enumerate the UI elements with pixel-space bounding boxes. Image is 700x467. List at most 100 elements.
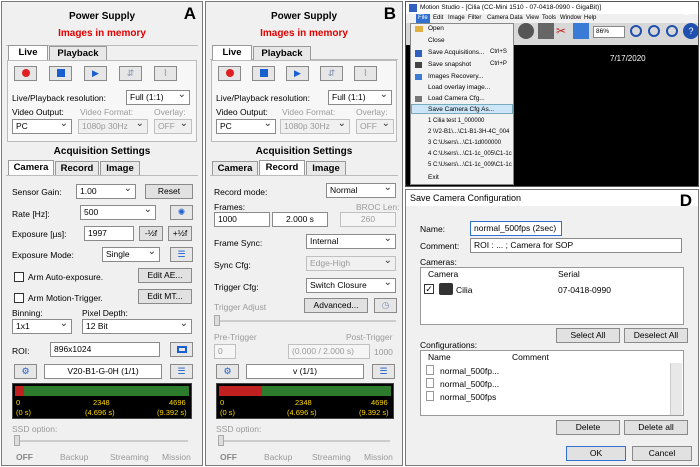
exposure-mode-select[interactable]: Single	[102, 245, 160, 262]
menu-filter[interactable]: Filter	[468, 14, 481, 23]
play-button[interactable]: ▶	[286, 66, 309, 81]
play-button[interactable]: ▶	[84, 66, 107, 81]
menu-close[interactable]: Close	[428, 37, 445, 44]
delete-button[interactable]: Delete	[556, 420, 620, 435]
trigger-button[interactable]: ⇵	[119, 66, 142, 81]
tab-image[interactable]: Image	[100, 161, 140, 175]
roi-input[interactable]: 896x1024	[50, 342, 160, 357]
scissors-icon[interactable]: ✂	[556, 23, 572, 39]
roi-button[interactable]	[170, 342, 193, 357]
video-output-select[interactable]: PC	[216, 117, 276, 134]
exposure-input[interactable]: 1997	[84, 226, 134, 241]
select-all-button[interactable]: Select All	[556, 328, 620, 343]
menu-help[interactable]: Help	[584, 14, 596, 23]
zoom-out-icon[interactable]	[648, 25, 660, 37]
tab-live[interactable]: Live	[212, 45, 252, 60]
ssd-slider-thumb[interactable]	[218, 435, 224, 446]
arm-auto-exposure-checkbox[interactable]	[14, 272, 24, 282]
deselect-all-button[interactable]: Deselect All	[624, 328, 688, 343]
menu-tools[interactable]: Tools	[542, 14, 556, 23]
frame-sync-select[interactable]: Internal	[306, 232, 396, 249]
reset-button[interactable]: Reset	[145, 184, 193, 199]
menu-save-camera-cfg[interactable]: Save Camera Cfg As...	[428, 106, 494, 113]
menu-recent-2[interactable]: 2 \V2-B1\...\C1-B1-3H-4C_004	[428, 129, 509, 135]
trigger-cfg-select[interactable]: Switch Closure	[306, 276, 396, 293]
stop-button[interactable]	[49, 66, 72, 81]
menu-load-overlay[interactable]: Load overlay image...	[428, 84, 490, 91]
name-input[interactable]: normal_500fps (2sec)	[470, 221, 562, 236]
menu-images-recovery[interactable]: Images Recovery...	[428, 73, 484, 80]
resolution-select[interactable]: Full (1:1)	[126, 88, 190, 105]
zoom-select[interactable]: 86%	[593, 26, 625, 38]
camera-settings-button[interactable]: ⚙	[14, 364, 37, 379]
zoom-in-icon[interactable]	[630, 25, 642, 37]
cancel-button[interactable]: Cancel	[632, 446, 692, 461]
ssd-slider-thumb[interactable]	[14, 435, 20, 446]
exposure-mode-settings-button[interactable]: ☰	[170, 247, 193, 262]
rate-select[interactable]: 500	[80, 203, 156, 220]
config-item[interactable]: normal_500fp...	[440, 379, 499, 389]
camera-checkbox[interactable]: ✓	[424, 284, 434, 294]
menu-camera[interactable]: Camera	[487, 14, 508, 23]
menu-save-snapshot[interactable]: Save snapshot	[428, 61, 471, 68]
menu-view[interactable]: View	[526, 14, 539, 23]
menu-window[interactable]: Window	[560, 14, 581, 23]
trigger-button[interactable]: ⇵	[320, 66, 343, 81]
camera-settings-button[interactable]: ⚙	[216, 364, 239, 379]
menu-recent-4[interactable]: 4 C:\Users\...\C1-1c_005\C1-1c	[428, 151, 512, 157]
record-button[interactable]	[218, 66, 241, 81]
attach-button[interactable]: ⌇	[354, 66, 377, 81]
plus-half-frame-button[interactable]: +½f	[168, 226, 192, 241]
sensor-gain-select[interactable]: 1.00	[76, 182, 136, 199]
help-icon[interactable]: ?	[683, 23, 698, 39]
layers-icon[interactable]	[573, 23, 589, 39]
tab-image[interactable]: Image	[306, 161, 346, 175]
menu-image[interactable]: Image	[448, 14, 465, 23]
advanced-button[interactable]: Advanced...	[304, 298, 368, 313]
ok-button[interactable]: OK	[566, 446, 626, 461]
camera-list-button[interactable]: ☰	[170, 364, 193, 379]
menu-load-camera-cfg[interactable]: Load Camera Cfg...	[428, 95, 485, 102]
menu-recent-3[interactable]: 3 C:\Users\...\C1-1d000000	[428, 140, 501, 146]
attach-button[interactable]: ⌇	[154, 66, 177, 81]
frames-input[interactable]: 1000	[214, 212, 270, 227]
config-item[interactable]: normal_500fps	[440, 392, 496, 402]
configs-scrollbar[interactable]	[670, 363, 682, 415]
trigger-timer-button[interactable]: ◷	[374, 298, 397, 313]
tools-icon[interactable]	[538, 23, 554, 39]
pixel-depth-select[interactable]: 12 Bit	[82, 317, 192, 334]
menu-open[interactable]: Open	[428, 25, 444, 32]
tab-playback[interactable]: Playback	[49, 46, 107, 60]
camera-list-button[interactable]: ☰	[372, 364, 395, 379]
arm-motion-trigger-checkbox[interactable]	[14, 293, 24, 303]
tab-camera[interactable]: Camera	[8, 160, 54, 175]
menu-exit[interactable]: Exit	[428, 174, 439, 181]
menu-edit[interactable]: Edit	[433, 14, 443, 23]
comment-input[interactable]: ROI : ... ; Camera for SOP	[470, 238, 682, 253]
trigger-slider-thumb[interactable]	[214, 315, 220, 326]
video-output-select[interactable]: PC	[12, 117, 72, 134]
delete-all-button[interactable]: Delete all	[624, 420, 688, 435]
menu-recent-1[interactable]: 1 Cilia test 1_000000	[428, 118, 484, 124]
edit-mt-button[interactable]: Edit MT...	[138, 289, 192, 304]
edit-ae-button[interactable]: Edit AE...	[138, 268, 192, 283]
resolution-select[interactable]: Full (1:1)	[328, 88, 392, 105]
tab-record[interactable]: Record	[259, 160, 305, 175]
menu-data[interactable]: Data	[510, 14, 523, 23]
menu-recent-5[interactable]: 5 C:\Users\...\C1-1c_009\C1-1c	[428, 162, 512, 168]
tab-live[interactable]: Live	[8, 45, 48, 60]
zoom-fit-icon[interactable]	[666, 25, 678, 37]
tab-playback[interactable]: Playback	[253, 46, 311, 60]
config-item[interactable]: normal_500fp...	[440, 366, 499, 376]
minus-half-frame-button[interactable]: -½f	[139, 226, 163, 241]
tab-camera[interactable]: Camera	[212, 161, 258, 175]
record-button[interactable]	[14, 66, 37, 81]
record-circle-icon[interactable]	[518, 23, 534, 39]
menu-save-acquisitions[interactable]: Save Acquisitions...	[428, 49, 484, 56]
menu-file[interactable]: File	[416, 14, 430, 23]
brightness-button[interactable]: ✺	[170, 205, 193, 220]
record-mode-select[interactable]: Normal	[326, 181, 396, 198]
tab-record[interactable]: Record	[55, 161, 99, 175]
binning-select[interactable]: 1x1	[12, 317, 72, 334]
stop-button[interactable]	[252, 66, 275, 81]
